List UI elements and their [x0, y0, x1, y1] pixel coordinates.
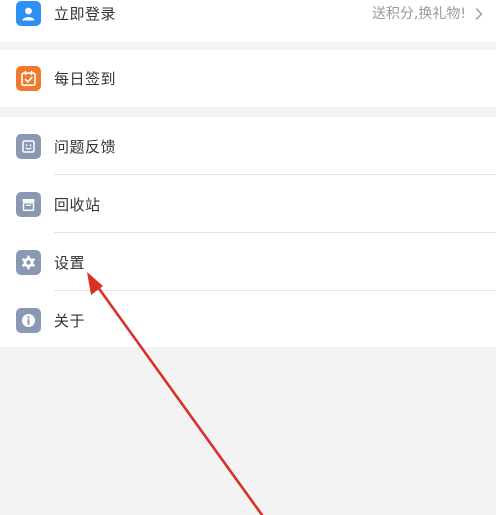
menu-item-settings[interactable]: 设置 [0, 233, 496, 291]
recycle-bin-icon [16, 191, 41, 217]
settings-page: 立即登录 送积分,换礼物! 每日签到 问题反馈 回收站 设置 关于 [0, 0, 496, 515]
calendar-check-icon [16, 66, 41, 91]
checkin-row[interactable]: 每日签到 [0, 50, 496, 107]
user-icon [16, 0, 41, 26]
checkin-label: 每日签到 [54, 70, 117, 88]
menu-item-recycle-bin[interactable]: 回收站 [0, 175, 496, 233]
chevron-right-icon [474, 6, 484, 20]
checkin-group: 每日签到 [0, 50, 496, 107]
menu-item-label: 回收站 [54, 195, 101, 214]
menu-item-label: 设置 [54, 253, 86, 272]
feedback-smile-icon [16, 133, 41, 159]
info-icon [16, 307, 41, 333]
login-label: 立即登录 [54, 4, 117, 23]
login-row[interactable]: 立即登录 送积分,换礼物! [0, 0, 496, 42]
gear-icon [16, 249, 41, 275]
menu-item-label: 问题反馈 [54, 137, 117, 156]
menu-item-about[interactable]: 关于 [0, 291, 496, 349]
menu-group: 问题反馈 回收站 设置 关于 [0, 117, 496, 347]
menu-item-label: 关于 [54, 311, 86, 330]
login-hint: 送积分,换礼物! [371, 6, 466, 22]
account-group: 立即登录 送积分,换礼物! [0, 0, 496, 42]
menu-item-feedback[interactable]: 问题反馈 [0, 117, 496, 175]
